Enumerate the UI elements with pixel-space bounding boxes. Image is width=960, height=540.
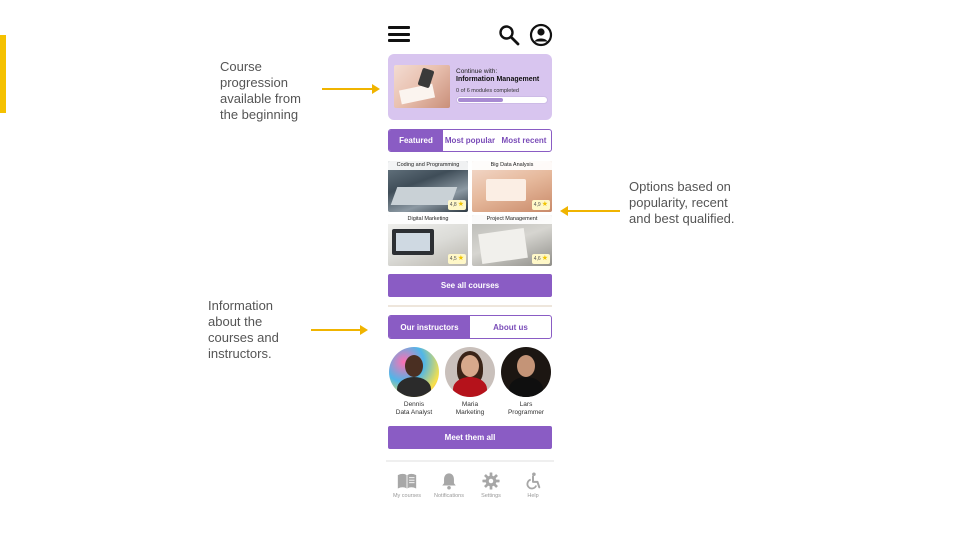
rating-badge: 4,8 ★ [447, 200, 466, 210]
avatar [389, 347, 439, 397]
nav-settings[interactable]: Settings [470, 462, 512, 508]
star-icon: ★ [457, 201, 464, 208]
tab-most-popular[interactable]: Most popular [443, 130, 497, 151]
continue-course-card[interactable]: Continue with: Information Management 0 … [388, 54, 552, 120]
annotation-progress: Course progression available from the be… [220, 59, 301, 122]
star-icon: ★ [457, 255, 464, 262]
course-grid: Coding and Programming 4,8 ★ Big Data Ana… [388, 161, 552, 267]
course-card-project-management[interactable]: Project Management 4,6 ★ [472, 215, 552, 266]
continue-intro: Continue with: [456, 68, 498, 75]
instructor-caption: Dennis Data Analyst [395, 401, 433, 416]
tab-most-recent[interactable]: Most recent [497, 130, 551, 151]
accessibility-icon [526, 472, 541, 490]
arrow-options [560, 206, 620, 216]
instructor-list: Dennis Data Analyst Maria Marketing Lars Pr… [386, 347, 554, 421]
course-title: Big Data Analysis [472, 161, 552, 170]
course-title: Project Management [472, 215, 552, 224]
phone-screen: Continue with: Information Management 0 … [386, 18, 554, 508]
instructor-caption: Maria Marketing [455, 401, 485, 416]
progress-fill [458, 98, 503, 102]
course-card-big-data[interactable]: Big Data Analysis 4,9 ★ [472, 161, 552, 212]
rating-badge: 4,9 ★ [531, 200, 550, 210]
instructor-dennis[interactable]: Dennis Data Analyst [386, 347, 442, 421]
book-icon [397, 473, 417, 489]
annotation-info: Information about the courses and instru… [208, 298, 279, 361]
avatar [445, 347, 495, 397]
continue-course-title: Information Management [456, 76, 540, 83]
nav-help[interactable]: Help [512, 462, 554, 508]
rating-badge: 4,5 ★ [447, 254, 466, 264]
nav-notifications[interactable]: Notifications [428, 462, 470, 508]
instructor-lars[interactable]: Lars Programmer [498, 347, 554, 421]
modules-status: 0 of 6 modules completed [456, 88, 519, 94]
star-icon: ★ [541, 255, 548, 262]
nav-my-courses[interactable]: My courses [386, 462, 428, 508]
star-icon: ★ [541, 201, 548, 208]
course-card-digital-marketing[interactable]: Digital Marketing 4,5 ★ [388, 215, 468, 266]
instructor-caption: Lars Programmer [507, 401, 545, 416]
divider [388, 305, 552, 307]
rating-badge: 4,6 ★ [531, 254, 550, 264]
tab-our-instructors[interactable]: Our instructors [389, 316, 470, 338]
menu-icon[interactable] [388, 26, 410, 42]
course-title: Coding and Programming [388, 161, 468, 170]
tab-about-us[interactable]: About us [470, 316, 551, 338]
profile-icon[interactable] [529, 23, 553, 47]
course-filter-tabs: Featured Most popular Most recent [388, 129, 552, 152]
course-title: Digital Marketing [388, 215, 468, 224]
see-all-courses-button[interactable]: See all courses [388, 274, 552, 297]
search-icon[interactable] [498, 24, 520, 46]
tab-featured[interactable]: Featured [389, 130, 443, 151]
top-bar [386, 18, 554, 52]
avatar [501, 347, 551, 397]
nav-label: Notifications [434, 493, 464, 499]
bottom-nav: My courses Notifications Settings Help [386, 460, 554, 508]
annotation-options: Options based on popularity, recent and … [629, 179, 735, 226]
nav-label: Help [527, 493, 539, 499]
course-card-coding[interactable]: Coding and Programming 4,8 ★ [388, 161, 468, 212]
info-tabs: Our instructors About us [388, 315, 552, 339]
arrow-progress [322, 84, 380, 94]
nav-label: Settings [481, 493, 501, 499]
meet-them-all-button[interactable]: Meet them all [388, 426, 552, 449]
gear-icon [482, 472, 500, 490]
instructor-maria[interactable]: Maria Marketing [442, 347, 498, 421]
nav-label: My courses [392, 493, 422, 499]
arrow-info [311, 325, 368, 335]
accent-bar [0, 35, 6, 113]
progress-bar [456, 96, 548, 104]
bell-icon [442, 473, 456, 490]
course-thumbnail [394, 65, 450, 108]
